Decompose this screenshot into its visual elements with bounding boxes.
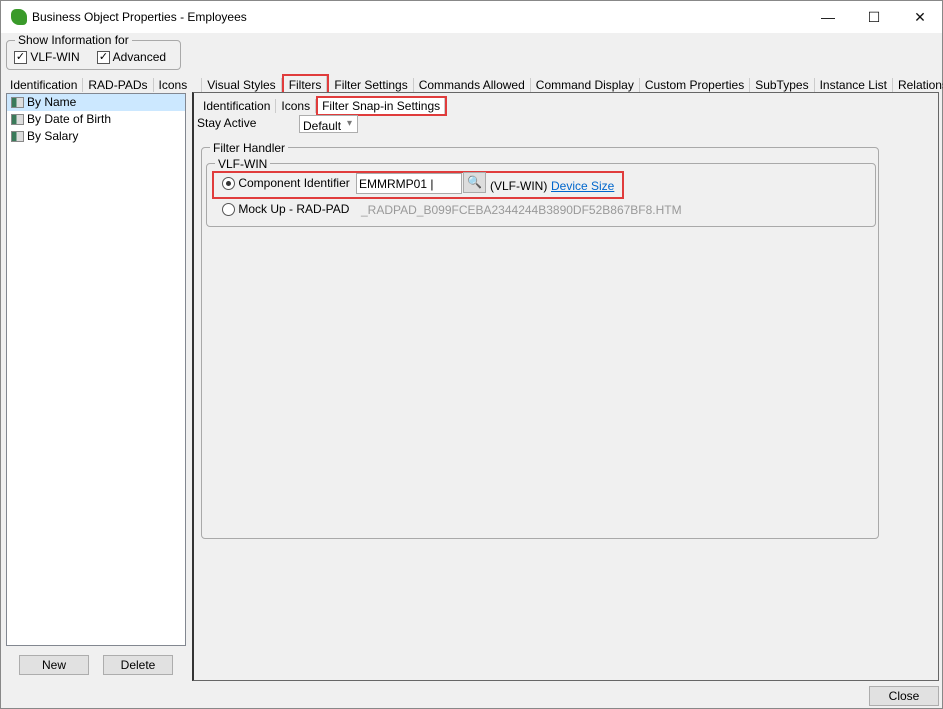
device-size-link[interactable]: Device Size <box>551 179 614 193</box>
close-button[interactable]: Close <box>869 686 939 706</box>
check-icon: ✓ <box>14 51 27 65</box>
chevron-down-icon: ▾ <box>346 118 352 129</box>
component-identifier-label: Component Identifier <box>238 176 350 190</box>
vlf-win-label: VLF-WIN <box>30 50 80 64</box>
mockup-file: _RADPAD_B099FCEBA2344244B3890DF52B867BF8… <box>361 203 682 217</box>
platform-label: (VLF-WIN) <box>490 179 548 193</box>
list-item-label: By Salary <box>27 129 79 143</box>
filter-handler-group: Filter Handler VLF-WIN Component Identif… <box>201 141 879 539</box>
show-info-group: Show Information for ✓ VLF-WIN ✓ Advance… <box>6 33 181 70</box>
tab-custom-properties[interactable]: Custom Properties <box>640 78 751 92</box>
tab-commands-allowed[interactable]: Commands Allowed <box>414 78 531 92</box>
subtab-filter-snapin-settings[interactable]: Filter Snap-in Settings <box>316 96 448 116</box>
tab-icons[interactable]: Icons <box>154 78 203 92</box>
filter-list[interactable]: By Name By Date of Birth By Salary <box>6 93 186 646</box>
app-icon <box>11 9 27 25</box>
tab-identification[interactable]: Identification <box>5 78 84 92</box>
filter-icon <box>11 131 24 142</box>
advanced-checkbox[interactable]: ✓ Advanced <box>97 50 167 65</box>
vlf-win-checkbox[interactable]: ✓ VLF-WIN <box>14 50 80 65</box>
list-item[interactable]: By Date of Birth <box>7 111 185 128</box>
search-icon: 🔍 <box>467 175 482 189</box>
window-title: Business Object Properties - Employees <box>32 10 247 24</box>
subtab-identification[interactable]: Identification <box>198 99 277 113</box>
stay-active-dropdown[interactable]: Default ▾ <box>299 115 358 133</box>
tab-subtypes[interactable]: SubTypes <box>750 78 815 92</box>
check-icon: ✓ <box>97 51 110 65</box>
tab-filter-settings[interactable]: Filter Settings <box>329 78 414 92</box>
filter-icon <box>11 114 24 125</box>
list-item-label: By Name <box>27 95 77 109</box>
title-bar: Business Object Properties - Employees —… <box>1 1 942 33</box>
properties-window: Business Object Properties - Employees —… <box>0 0 943 709</box>
delete-button[interactable]: Delete <box>103 655 173 675</box>
mockup-label: Mock Up - RAD-PAD <box>238 202 350 216</box>
subtab-icons[interactable]: Icons <box>276 99 317 113</box>
sub-tabs: Identification Icons Filter Snap-in Settin… <box>198 96 448 116</box>
filter-icon <box>11 97 24 108</box>
new-button[interactable]: New <box>19 655 89 675</box>
list-item-label: By Date of Birth <box>27 112 112 126</box>
tab-visual-styles[interactable]: Visual Styles <box>202 78 282 92</box>
radio-icon <box>222 203 235 217</box>
list-item[interactable]: By Salary <box>7 128 185 145</box>
close-window-button[interactable]: ✕ <box>897 5 943 29</box>
component-identifier-input[interactable]: EMMRMP01 | <box>356 173 462 194</box>
show-info-legend: Show Information for <box>15 33 132 47</box>
vlf-win-legend: VLF-WIN <box>215 157 271 171</box>
minimize-button[interactable]: — <box>805 5 851 29</box>
component-identifier-radio[interactable]: Component Identifier <box>222 176 350 191</box>
tab-instance-list[interactable]: Instance List <box>815 78 893 92</box>
tab-command-display[interactable]: Command Display <box>531 78 640 92</box>
mockup-radpad-radio[interactable]: Mock Up - RAD-PAD <box>222 202 350 217</box>
component-identifier-value: EMMRMP01 <box>359 177 428 191</box>
tab-relationships[interactable]: Relationships <box>893 78 943 92</box>
radio-icon <box>222 177 235 191</box>
stay-active-value: Default <box>303 119 342 133</box>
maximize-button[interactable]: ☐ <box>851 5 897 29</box>
search-button[interactable]: 🔍 <box>463 172 486 193</box>
filter-handler-legend: Filter Handler <box>210 141 289 155</box>
list-item[interactable]: By Name <box>7 94 185 111</box>
advanced-label: Advanced <box>112 50 167 64</box>
tab-rad-pads[interactable]: RAD-PADs <box>83 78 154 92</box>
filter-panel: Identification Icons Filter Snap-in Settin… <box>192 92 939 681</box>
vlf-win-group: VLF-WIN Component Identifier EMMRMP01 | … <box>206 157 876 227</box>
stay-active-label: Stay Active <box>197 116 257 130</box>
